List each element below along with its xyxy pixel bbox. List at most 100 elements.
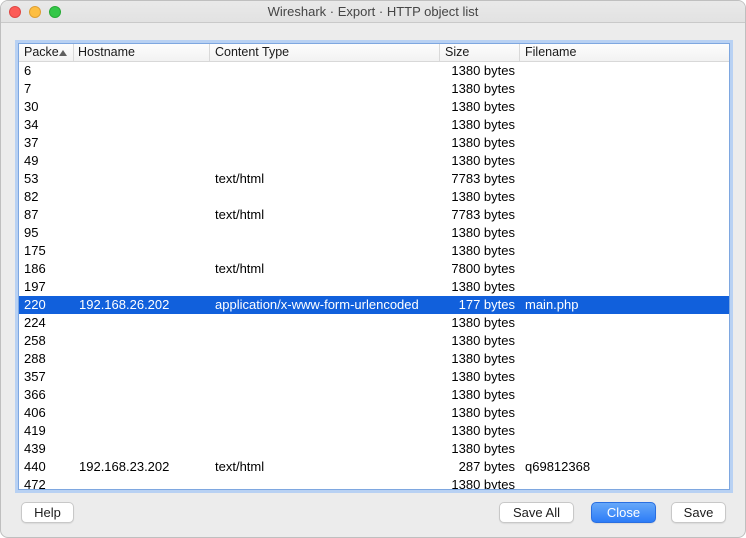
cell-content-type: application/x-www-form-urlencoded: [215, 297, 419, 312]
table-row[interactable]: 419 1380 bytes: [19, 422, 729, 440]
cell-size: 1380 bytes: [451, 279, 515, 294]
cell-packet: 30: [24, 99, 39, 114]
cell-content-type: [210, 242, 440, 260]
table-row[interactable]: 197 1380 bytes: [19, 278, 729, 296]
column-header-filename-label: Filename: [525, 45, 577, 59]
cell-packet: 87: [24, 207, 39, 222]
cell-filename: [520, 152, 729, 170]
table-row[interactable]: 472 1380 bytes: [19, 476, 729, 489]
cell-filename: [520, 260, 729, 278]
window-title: Wireshark · Export · HTTP object list: [267, 4, 479, 19]
cell-content-type: [210, 224, 440, 242]
table-row[interactable]: 224 1380 bytes: [19, 314, 729, 332]
save-button[interactable]: Save: [671, 502, 726, 523]
cell-hostname: [74, 260, 210, 278]
table-row[interactable]: 440 192.168.23.202 text/html 287 bytes q…: [19, 458, 729, 476]
cell-content-type: [210, 476, 440, 489]
cell-content-type: [210, 134, 440, 152]
cell-content-type: [210, 314, 440, 332]
cell-packet: 258: [24, 333, 46, 348]
table-row[interactable]: 49 1380 bytes: [19, 152, 729, 170]
cell-content-type: [210, 350, 440, 368]
table-row[interactable]: 366 1380 bytes: [19, 386, 729, 404]
cell-hostname: 192.168.23.202: [79, 459, 170, 474]
cell-packet: 406: [24, 405, 46, 420]
cell-size: 1380 bytes: [451, 99, 515, 114]
cell-filename: [520, 278, 729, 296]
table-row[interactable]: 34 1380 bytes: [19, 116, 729, 134]
table-row[interactable]: 95 1380 bytes: [19, 224, 729, 242]
cell-content-type: [210, 422, 440, 440]
cell-hostname: [74, 386, 210, 404]
cell-size: 1380 bytes: [451, 189, 515, 204]
cell-filename: [520, 206, 729, 224]
cell-filename: [520, 314, 729, 332]
close-button[interactable]: Close: [591, 502, 656, 523]
cell-size: 1380 bytes: [451, 423, 515, 438]
cell-packet: 37: [24, 135, 39, 150]
cell-size: 287 bytes: [458, 459, 515, 474]
column-header-hostname[interactable]: Hostname: [74, 44, 210, 61]
cell-filename: [520, 386, 729, 404]
table-row[interactable]: 175 1380 bytes: [19, 242, 729, 260]
cell-hostname: 192.168.26.202: [79, 297, 170, 312]
cell-filename: [520, 134, 729, 152]
cell-filename: [520, 62, 729, 80]
help-button[interactable]: Help: [21, 502, 74, 523]
column-header-hostname-label: Hostname: [78, 45, 135, 59]
cell-packet: 95: [24, 225, 39, 240]
title-bar: Wireshark · Export · HTTP object list: [1, 1, 745, 23]
cell-size: 1380 bytes: [451, 441, 515, 456]
cell-hostname: [74, 134, 210, 152]
cell-hostname: [74, 242, 210, 260]
table-row[interactable]: 82 1380 bytes: [19, 188, 729, 206]
cell-size: 7783 bytes: [451, 207, 515, 222]
export-http-object-list-dialog: Wireshark · Export · HTTP object list Pa…: [0, 0, 746, 538]
table-header: Packe Hostname Content Type Size Filenam…: [19, 44, 729, 62]
cell-filename: [520, 98, 729, 116]
cell-filename: [520, 368, 729, 386]
cell-packet: 419: [24, 423, 46, 438]
column-header-size[interactable]: Size: [440, 44, 520, 61]
cell-packet: 439: [24, 441, 46, 456]
table-row[interactable]: 6 1380 bytes: [19, 62, 729, 80]
column-header-packet[interactable]: Packe: [19, 44, 74, 61]
cell-size: 7783 bytes: [451, 171, 515, 186]
sort-ascending-icon: [58, 49, 67, 56]
cell-content-type: [210, 440, 440, 458]
cell-packet: 288: [24, 351, 46, 366]
table-row[interactable]: 357 1380 bytes: [19, 368, 729, 386]
cell-hostname: [74, 116, 210, 134]
table-row[interactable]: 258 1380 bytes: [19, 332, 729, 350]
cell-size: 7800 bytes: [451, 261, 515, 276]
cell-hostname: [74, 476, 210, 489]
cell-filename: [520, 242, 729, 260]
table-row[interactable]: 439 1380 bytes: [19, 440, 729, 458]
cell-size: 1380 bytes: [451, 405, 515, 420]
cell-content-type: [210, 386, 440, 404]
table-row[interactable]: 30 1380 bytes: [19, 98, 729, 116]
cell-hostname: [74, 404, 210, 422]
column-header-filename[interactable]: Filename: [520, 44, 729, 61]
cell-content-type: [210, 188, 440, 206]
cell-filename: [520, 404, 729, 422]
save-all-button[interactable]: Save All: [499, 502, 574, 523]
cell-size: 1380 bytes: [451, 81, 515, 96]
table-row[interactable]: 186 text/html 7800 bytes: [19, 260, 729, 278]
column-header-content-type[interactable]: Content Type: [210, 44, 440, 61]
cell-size: 1380 bytes: [451, 315, 515, 330]
table-row[interactable]: 288 1380 bytes: [19, 350, 729, 368]
table-row[interactable]: 37 1380 bytes: [19, 134, 729, 152]
cell-filename: [520, 224, 729, 242]
cell-size: 1380 bytes: [451, 117, 515, 132]
cell-packet: 220: [24, 297, 46, 312]
table-row[interactable]: 7 1380 bytes: [19, 80, 729, 98]
table-row[interactable]: 53 text/html 7783 bytes: [19, 170, 729, 188]
cell-hostname: [74, 98, 210, 116]
table-row[interactable]: 220 192.168.26.202 application/x-www-for…: [19, 296, 729, 314]
table-row[interactable]: 406 1380 bytes: [19, 404, 729, 422]
http-object-table: Packe Hostname Content Type Size Filenam…: [18, 43, 730, 490]
cell-packet: 440: [24, 459, 46, 474]
cell-size: 1380 bytes: [451, 333, 515, 348]
table-row[interactable]: 87 text/html 7783 bytes: [19, 206, 729, 224]
